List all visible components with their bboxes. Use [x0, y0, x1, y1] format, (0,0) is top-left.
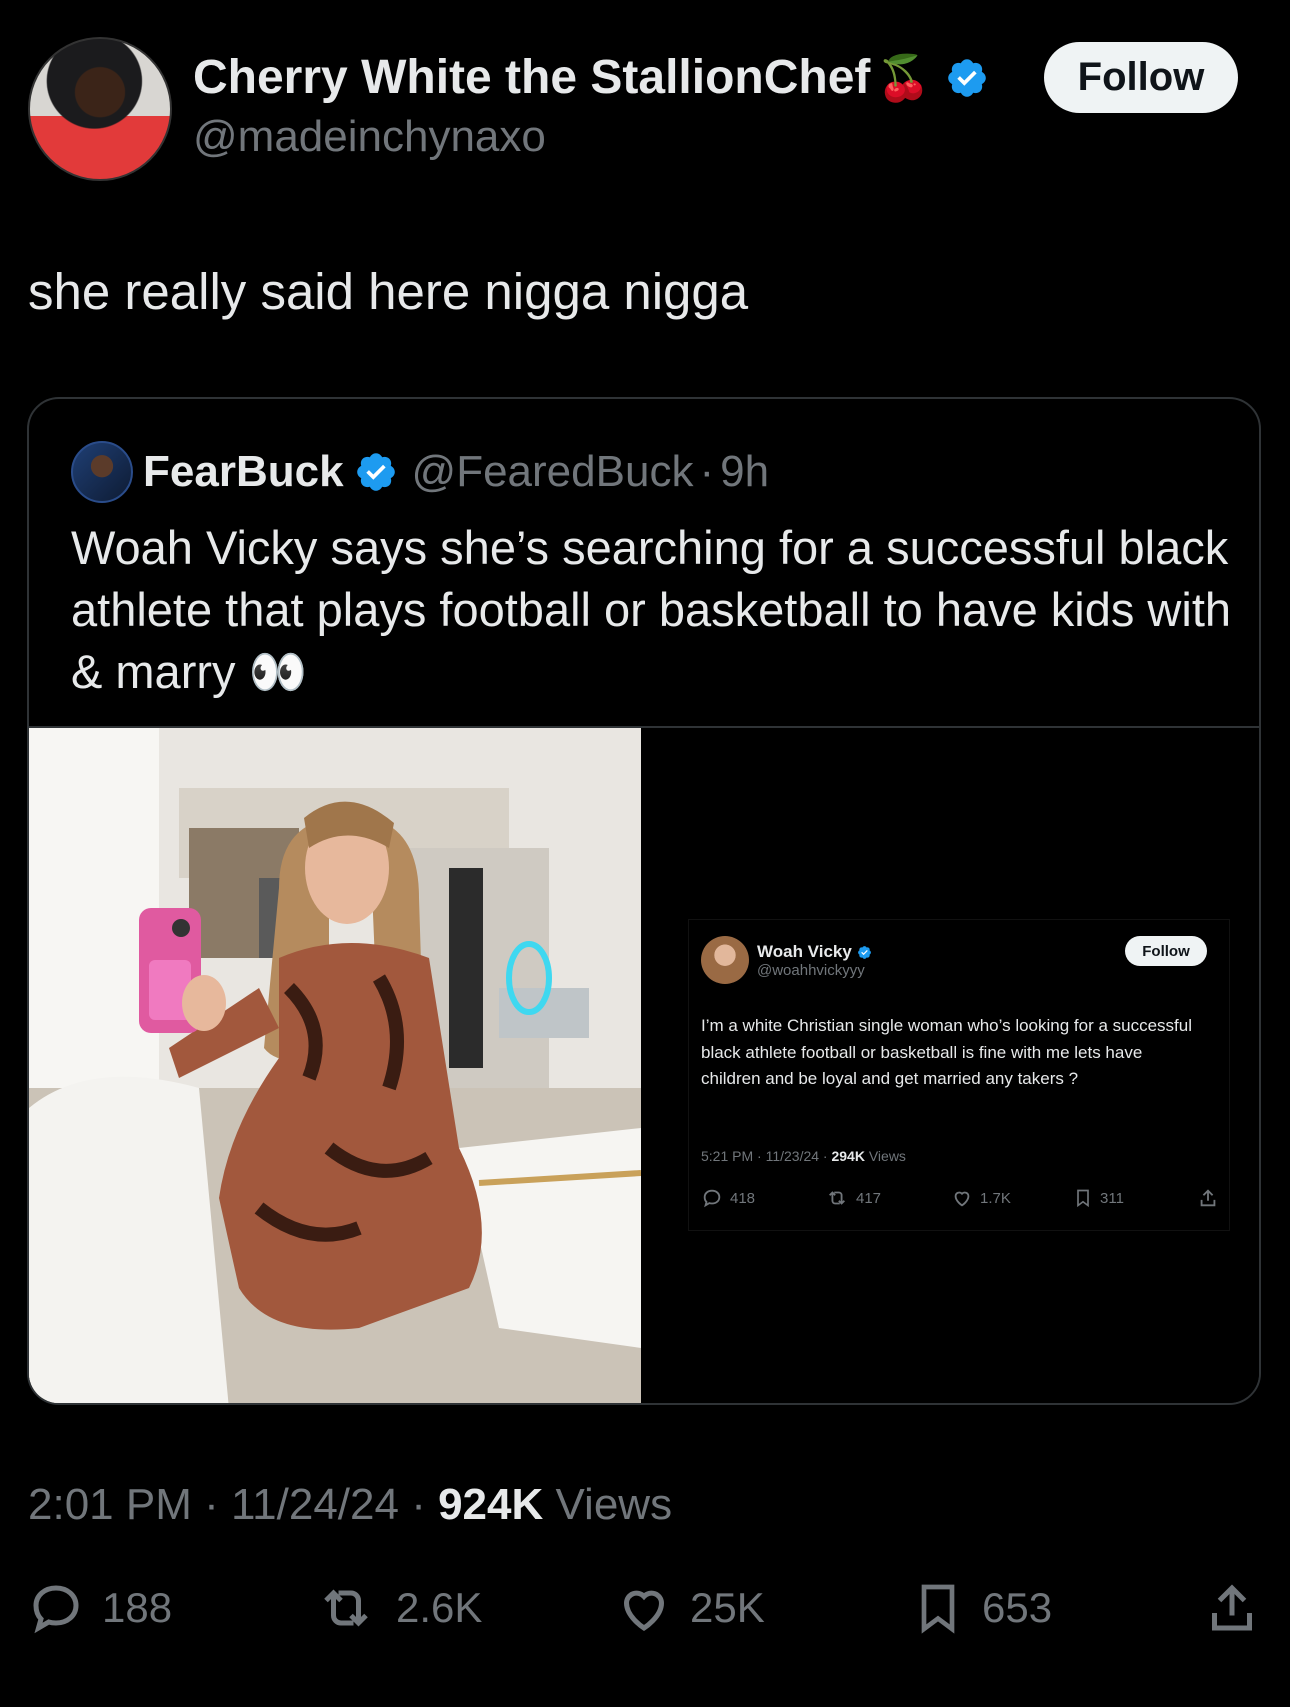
cherry-emoji: 🍒 — [876, 53, 932, 103]
share-button[interactable] — [1202, 1578, 1262, 1638]
tweet-text: she really said here nigga nigga — [28, 263, 749, 320]
tweet-actions-bar: 188 2.6K 25K 653 — [0, 1578, 1290, 1638]
embedded-replies-count: 418 — [730, 1189, 756, 1207]
verified-badge-icon — [857, 945, 871, 959]
embedded-handle: @woahhvickyyy — [757, 962, 865, 979]
like-button[interactable]: 25K — [614, 1578, 765, 1638]
reply-icon — [703, 1189, 721, 1208]
bookmark-count: 653 — [982, 1584, 1053, 1631]
embedded-views-label: Views — [864, 1148, 906, 1164]
tweet-time: 2:01 PM · 11/24/24 · — [28, 1480, 439, 1529]
embedded-actions: 418 417 1.7K 311 — [701, 1187, 1221, 1209]
quoted-avatar[interactable] — [71, 441, 133, 503]
embedded-reposts: 417 — [825, 1187, 881, 1209]
embedded-name: Woah Vicky — [757, 942, 852, 961]
embedded-share — [1197, 1187, 1219, 1209]
embedded-reposts-count: 417 — [856, 1189, 882, 1207]
verified-badge-icon — [356, 453, 395, 491]
share-icon — [1212, 1584, 1252, 1631]
embedded-meta: 5:21 PM · 11/23/24 · 294K Views — [701, 1148, 906, 1164]
embedded-text: I’m a white Christian single woman who’s… — [701, 1016, 1193, 1088]
embedded-name-row: Woah Vicky — [757, 942, 872, 962]
embedded-follow-button: Follow — [1125, 936, 1207, 966]
tweet-views-count: 924K — [438, 1480, 544, 1529]
quoted-separator: · — [699, 447, 715, 496]
verified-badge-icon — [948, 58, 986, 97]
bookmark-icon — [1077, 1189, 1089, 1208]
bookmark-icon — [921, 1584, 955, 1634]
quoted-header: FearBuck @FearedBuck · 9h — [143, 441, 769, 503]
bookmark-button[interactable]: 653 — [910, 1578, 1052, 1638]
embedded-avatar — [701, 936, 749, 984]
tweet-views-label: Views — [543, 1480, 673, 1529]
tweet-timestamp[interactable]: 2:01 PM · 11/24/24 · 924K Views — [28, 1480, 672, 1530]
repost-icon — [829, 1191, 845, 1205]
reply-count: 188 — [102, 1584, 173, 1631]
repost-count: 2.6K — [396, 1584, 483, 1631]
author-name-text: Cherry White the StallionChef — [193, 51, 871, 104]
reply-icon — [33, 1585, 79, 1634]
share-icon — [1200, 1189, 1216, 1207]
quoted-name[interactable]: FearBuck — [143, 447, 344, 497]
selfie-photo[interactable] — [29, 728, 641, 1403]
selfie-illustration — [29, 728, 641, 1403]
author-avatar[interactable] — [28, 37, 172, 181]
like-count: 25K — [690, 1584, 765, 1631]
embedded-likes: 1.7K — [951, 1187, 1011, 1209]
embedded-tweet: Woah Vicky @woahhvickyyy Follow I’m a wh… — [688, 919, 1230, 1231]
author-display-name[interactable]: Cherry White the StallionChef 🍒 — [193, 50, 989, 105]
embedded-bookmarks: 311 — [1073, 1187, 1124, 1209]
embedded-bookmarks-count: 311 — [1100, 1189, 1124, 1207]
quoted-tweet-card[interactable]: FearBuck @FearedBuck · 9h Woah Vicky say… — [27, 397, 1261, 1405]
repost-button[interactable]: 2.6K — [312, 1578, 482, 1638]
embedded-time: 5:21 PM · 11/23/24 · — [701, 1148, 832, 1164]
embedded-replies: 418 — [701, 1187, 755, 1209]
heart-icon — [623, 1590, 665, 1631]
author-handle[interactable]: @madeinchynaxo — [193, 112, 546, 162]
repost-icon — [324, 1589, 368, 1627]
quoted-age: 9h — [720, 447, 770, 496]
quoted-text: Woah Vicky says she’s searching for a su… — [71, 521, 1232, 698]
heart-icon — [954, 1191, 970, 1207]
quoted-handle[interactable]: @FearedBuck — [412, 447, 694, 497]
embedded-likes-count: 1.7K — [980, 1189, 1011, 1207]
follow-button[interactable]: Follow — [1044, 42, 1238, 113]
embedded-views-count: 294K — [831, 1148, 865, 1164]
reply-button[interactable]: 188 — [26, 1578, 172, 1638]
